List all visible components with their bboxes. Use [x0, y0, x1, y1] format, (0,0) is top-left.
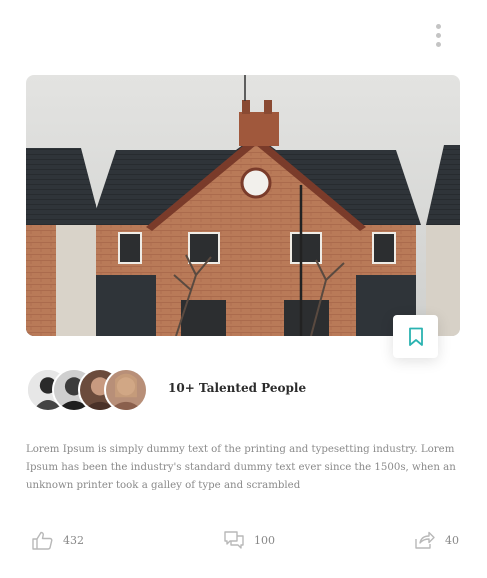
comment-button[interactable]: 100	[224, 529, 275, 551]
like-count: 432	[63, 533, 84, 547]
card-image-house	[26, 75, 460, 336]
more-vertical-icon	[435, 32, 441, 38]
thumbs-up-icon	[32, 531, 53, 550]
more-vertical-icon	[435, 41, 441, 47]
comment-icon	[224, 530, 244, 549]
bookmark-button[interactable]	[393, 315, 438, 358]
talented-people-label: 10+ Talented People	[168, 381, 307, 395]
share-button[interactable]: 40	[415, 529, 459, 551]
share-icon	[415, 531, 435, 549]
more-vertical-icon	[435, 23, 441, 29]
like-button[interactable]: 432	[32, 529, 84, 551]
comment-count: 100	[254, 533, 275, 547]
more-options-button[interactable]	[426, 20, 450, 50]
avatar	[104, 368, 148, 412]
avatar-group	[26, 368, 156, 412]
house-image	[26, 75, 460, 336]
bookmark-icon	[408, 327, 423, 346]
card-description: Lorem Ipsum is simply dummy text of the …	[26, 444, 456, 491]
share-count: 40	[445, 533, 459, 547]
